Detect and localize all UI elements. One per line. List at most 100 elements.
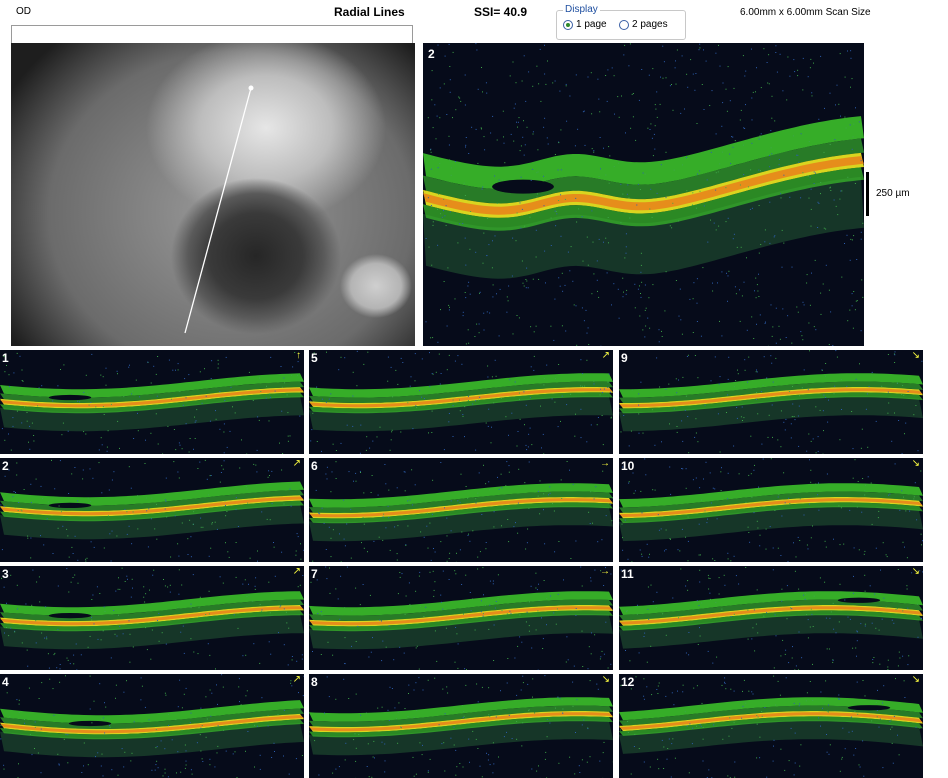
speckle [833, 539, 834, 540]
speckle [621, 96, 622, 97]
eye-label: OD [16, 6, 31, 17]
speckle [186, 761, 187, 762]
speckle [68, 660, 69, 661]
speckle [610, 392, 611, 393]
speckle [451, 530, 452, 531]
speckle [236, 542, 237, 543]
speckle [528, 710, 529, 711]
speckle [781, 589, 782, 590]
speckle [476, 503, 477, 504]
speckle [82, 478, 83, 479]
speckle [841, 277, 842, 278]
speckle [649, 328, 650, 329]
speckle [352, 426, 353, 427]
speckle [742, 691, 743, 692]
speckle [495, 235, 496, 236]
radio-1-page[interactable]: 1 page [563, 19, 607, 30]
speckle [554, 551, 555, 552]
speckle [631, 561, 632, 562]
speckle [466, 669, 467, 670]
speckle [450, 79, 451, 80]
speckle [656, 689, 657, 690]
speckle [855, 107, 856, 108]
bscan-thumbnail[interactable]: 9↘ [619, 350, 923, 454]
speckle [814, 596, 815, 597]
speckle [200, 734, 201, 735]
speckle [872, 623, 873, 624]
bscan-thumbnail[interactable]: 12↘ [619, 674, 923, 778]
bscan-thumbnail[interactable]: 7→ [309, 566, 613, 670]
scan-line-handle[interactable] [249, 86, 254, 91]
bscan-thumbnail[interactable]: 5↗ [309, 350, 613, 454]
bscan-thumbnail[interactable]: 8↘ [309, 674, 613, 778]
main-bscan[interactable]: 2 [423, 43, 864, 346]
radio-unselected-icon[interactable] [619, 20, 629, 30]
bscan-thumbnail[interactable]: 4↗ [0, 674, 304, 778]
speckle [856, 656, 857, 657]
speckle [1, 725, 2, 726]
speckle [430, 759, 431, 760]
speckle [534, 713, 535, 714]
speckle [863, 680, 864, 681]
speckle [591, 72, 592, 73]
speckle [76, 644, 77, 645]
speckle [52, 400, 53, 401]
speckle [175, 515, 176, 516]
speckle [517, 646, 518, 647]
bscan-thumbnail[interactable]: 3↗ [0, 566, 304, 670]
speckle [725, 688, 726, 689]
speckle [329, 568, 330, 569]
speckle [897, 608, 898, 609]
scan-line[interactable] [185, 88, 251, 333]
radio-2-pages[interactable]: 2 pages [619, 19, 668, 30]
bscan-thumbnail[interactable]: 2↗ [0, 458, 304, 562]
speckle [482, 567, 483, 568]
speckle [179, 478, 180, 479]
speckle [67, 658, 68, 659]
speckle [475, 252, 476, 253]
speckle [772, 96, 773, 97]
speckle [835, 350, 836, 351]
speckle [667, 748, 668, 749]
speckle [849, 732, 850, 733]
speckle [800, 197, 801, 198]
speckle [758, 487, 759, 488]
speckle [686, 488, 687, 489]
speckle [792, 416, 793, 417]
speckle [444, 771, 445, 772]
speckle [757, 589, 758, 590]
bscan-thumbnail[interactable]: 6→ [309, 458, 613, 562]
speckle [531, 586, 532, 587]
fundus-title-bar [11, 25, 413, 44]
speckle [526, 621, 527, 622]
speckle [839, 439, 840, 440]
speckle [588, 265, 589, 266]
fundus-image[interactable] [11, 43, 415, 346]
speckle [576, 222, 577, 223]
speckle [864, 575, 865, 576]
speckle [255, 586, 256, 587]
speckle [556, 213, 557, 214]
speckle [455, 775, 456, 776]
speckle [192, 774, 193, 775]
speckle [770, 355, 771, 356]
speckle [210, 421, 211, 422]
speckle [103, 717, 104, 718]
speckle [849, 310, 850, 311]
speckle [597, 424, 598, 425]
speckle [756, 715, 757, 716]
bscan-thumbnail[interactable]: 10↘ [619, 458, 923, 562]
speckle [189, 452, 190, 453]
speckle [520, 202, 521, 203]
speckle [628, 559, 629, 560]
speckle [468, 396, 469, 397]
speckle [67, 762, 68, 763]
bscan-thumbnail[interactable]: 1↑ [0, 350, 304, 454]
radio-selected-icon[interactable] [563, 20, 573, 30]
speckle [385, 760, 386, 761]
speckle [300, 559, 301, 560]
bscan-thumbnail[interactable]: 11↘ [619, 566, 923, 670]
speckle [712, 291, 713, 292]
speckle [487, 311, 488, 312]
speckle [22, 370, 23, 371]
